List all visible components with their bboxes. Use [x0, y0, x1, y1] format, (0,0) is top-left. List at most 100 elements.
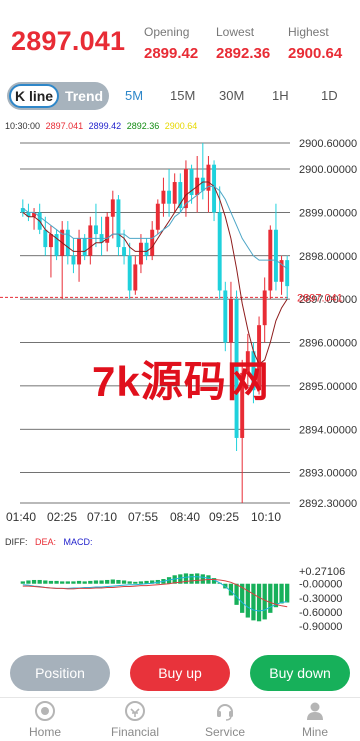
nav-home[interactable]: Home	[0, 700, 90, 739]
macd-axis-label: -0.90000	[299, 621, 342, 633]
price-axis-label: 2895.00000	[299, 381, 357, 393]
candle-body	[48, 234, 53, 248]
macd-bar	[99, 580, 104, 584]
nav-mine-label: Mine	[301, 725, 328, 739]
macd-bar	[31, 579, 37, 584]
nav-mine[interactable]: Mine	[270, 700, 360, 739]
time-axis-label: 01:40	[6, 510, 36, 524]
quote-header: 2897.041 Opening 2899.42 Lowest 2892.36 …	[0, 0, 360, 78]
price-axis-label: 2892.30000	[299, 498, 357, 510]
position-button[interactable]: Position	[10, 655, 110, 691]
kline-tab[interactable]: K line	[9, 84, 59, 108]
candle-body	[285, 260, 290, 287]
price-axis-label: 2900.60000	[299, 138, 357, 150]
home-icon	[35, 701, 55, 721]
highest-value: 2900.64	[288, 45, 343, 62]
app-root: 2897.041 Opening 2899.42 Lowest 2892.36 …	[0, 0, 360, 741]
price-axis-label: 2893.00000	[299, 468, 357, 480]
candle-body	[88, 225, 93, 256]
period-tab-1d[interactable]: 1D	[321, 88, 338, 103]
candle-body	[93, 225, 98, 235]
period-tab-15m[interactable]: 15M	[170, 88, 195, 103]
price-axis-label: 2898.00000	[299, 251, 357, 263]
price-axis-label: 2896.00000	[299, 338, 357, 350]
nav-home-label: Home	[28, 725, 61, 739]
macd-bar	[251, 583, 256, 621]
macd-bar	[60, 581, 65, 584]
macd-bar	[93, 580, 99, 584]
candle-body	[167, 190, 172, 204]
macd-bar	[256, 583, 262, 622]
macd-bar	[200, 574, 205, 584]
current-price: 2897.041	[11, 26, 126, 56]
time-axis-label: 07:55	[128, 510, 158, 524]
macd-axis-label: -0.60000	[299, 607, 342, 619]
candle-body	[262, 290, 267, 326]
price-axis-label: 2894.00000	[299, 424, 357, 436]
candle-body	[110, 199, 115, 217]
opening-stat: Opening 2899.42	[144, 25, 198, 62]
nav-financial[interactable]: Financial	[90, 700, 180, 739]
macd-bar	[133, 581, 138, 584]
candle-body	[138, 242, 143, 265]
macd-bar	[54, 580, 59, 584]
price-axis-label: 2899.00000	[299, 207, 357, 219]
trend-tab[interactable]: Trend	[61, 84, 107, 108]
candle-body	[273, 229, 278, 282]
macd-bar	[71, 581, 76, 584]
macd-bar	[245, 583, 250, 618]
macd-bar	[262, 583, 267, 620]
candle-body	[217, 212, 222, 291]
macd-bar	[195, 573, 200, 584]
lowest-value: 2892.36	[216, 45, 271, 62]
opening-label: Opening	[144, 25, 190, 39]
period-tab-30m[interactable]: 30M	[219, 88, 244, 103]
candle-body	[133, 264, 138, 291]
candle-body	[127, 255, 132, 291]
bottom-nav: Home Financial Service Mine	[0, 697, 360, 741]
macd-legend: DIFF: DEA: MACD:	[5, 537, 98, 547]
price-axis-label: 2900.00000	[299, 164, 357, 176]
macd-bar	[37, 579, 42, 584]
candle-body	[150, 229, 155, 256]
macd-bar	[234, 583, 239, 605]
macd-bar	[65, 581, 70, 584]
candle-body	[161, 190, 166, 204]
user-icon	[307, 702, 323, 720]
macd-bar	[279, 583, 284, 604]
nav-service-label: Service	[204, 725, 245, 739]
macd-bar	[138, 581, 144, 584]
buy-down-button[interactable]: Buy down	[250, 655, 350, 691]
macd-bar	[121, 580, 127, 584]
time-axis-label: 09:25	[209, 510, 239, 524]
highest-stat: Highest 2900.64	[288, 25, 342, 62]
macd-bar	[20, 581, 25, 584]
macd-legend-dea: DEA:	[35, 537, 57, 547]
macd-bar	[116, 579, 121, 584]
macd-legend-diff: DIFF:	[5, 537, 28, 547]
period-tab-1h[interactable]: 1H	[272, 88, 289, 103]
period-tab-5m[interactable]: 5M	[125, 88, 143, 103]
chart-tabs: K line Trend 5M 15M 30M 1H 1D	[7, 82, 357, 110]
buy-up-button[interactable]: Buy up	[130, 655, 230, 691]
macd-bar	[285, 583, 290, 603]
highest-label: Highest	[288, 25, 329, 39]
macd-axis-label: -0.30000	[299, 593, 342, 605]
time-axis-label: 02:25	[47, 510, 77, 524]
macd-bar	[189, 573, 194, 584]
candle-body	[155, 203, 160, 230]
chart-mode-toggle: K line Trend	[7, 82, 109, 110]
candle-body	[200, 177, 205, 191]
macd-bar	[43, 580, 48, 584]
macd-legend-macd: MACD:	[63, 537, 93, 547]
macd-bar	[110, 579, 115, 584]
watermark-text: 7k源码网	[92, 358, 270, 405]
candle-body	[172, 182, 177, 204]
candle-body	[223, 290, 228, 343]
macd-bar	[48, 580, 54, 584]
current-price-label: 2897.041	[297, 292, 343, 304]
macd-bar	[127, 581, 132, 584]
lowest-label: Lowest	[216, 25, 255, 39]
nav-service[interactable]: Service	[180, 700, 270, 739]
nav-financial-label: Financial	[110, 725, 160, 739]
